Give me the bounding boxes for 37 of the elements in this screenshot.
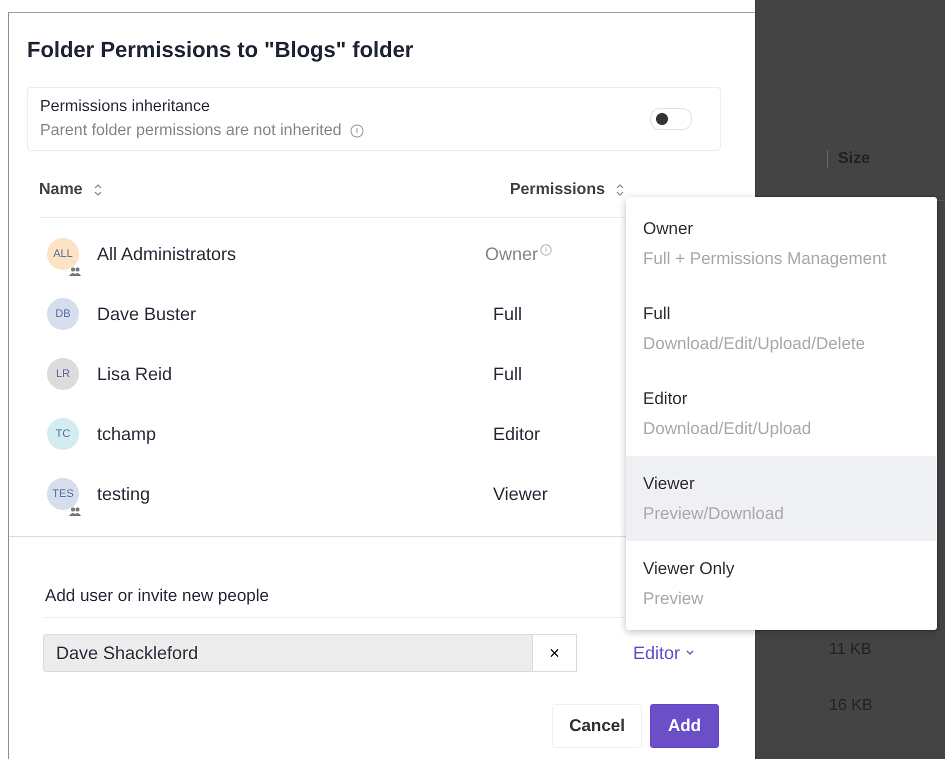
dialog-title: Folder Permissions to "Blogs" folder <box>27 37 414 63</box>
group-icon <box>69 507 81 516</box>
inheritance-toggle[interactable] <box>650 108 692 130</box>
permission-option[interactable]: Owner Full + Permissions Management <box>626 201 937 286</box>
avatar: TC <box>47 418 79 450</box>
avatar: LR <box>47 358 79 390</box>
avatar: DB <box>47 298 79 330</box>
info-icon <box>350 124 364 138</box>
permission-dropdown[interactable]: Editor <box>627 642 700 664</box>
chevron-down-icon <box>686 650 694 656</box>
permission-value[interactable]: Full <box>493 364 522 384</box>
member-name: tchamp <box>97 424 158 444</box>
member-name: All Administrators <box>97 244 238 264</box>
sort-icon[interactable] <box>615 183 625 197</box>
inheritance-label: Permissions inheritance <box>40 98 210 116</box>
inheritance-description: Parent folder permissions are not inherited <box>40 122 342 140</box>
permission-value[interactable]: Editor <box>493 424 540 444</box>
name-column-header[interactable]: Name <box>39 181 83 199</box>
permission-option[interactable]: Full Download/Edit/Upload/Delete <box>626 286 937 371</box>
add-button[interactable]: Add <box>650 704 719 748</box>
permission-value: Owner <box>485 244 538 264</box>
clear-button[interactable]: × <box>533 634 577 672</box>
permission-value[interactable]: Viewer <box>493 484 548 504</box>
group-icon <box>69 267 81 276</box>
permission-option[interactable]: Viewer Preview/Download <box>626 456 937 541</box>
member-name: Dave Buster <box>97 304 198 324</box>
member-name: testing <box>97 484 152 504</box>
permission-option[interactable]: Editor Download/Edit/Upload <box>626 371 937 456</box>
user-input-field[interactable]: Dave Shackleford <box>43 634 533 672</box>
permission-value[interactable]: Full <box>493 304 522 324</box>
permissions-column-header[interactable]: Permissions <box>510 181 605 199</box>
member-name: Lisa Reid <box>97 364 174 384</box>
sort-icon[interactable] <box>92 183 103 197</box>
permission-option[interactable]: Viewer Only Preview <box>626 541 937 626</box>
cancel-button[interactable]: Cancel <box>552 704 642 748</box>
info-icon <box>540 244 552 256</box>
add-user-label: Add user or invite new people <box>45 586 269 606</box>
